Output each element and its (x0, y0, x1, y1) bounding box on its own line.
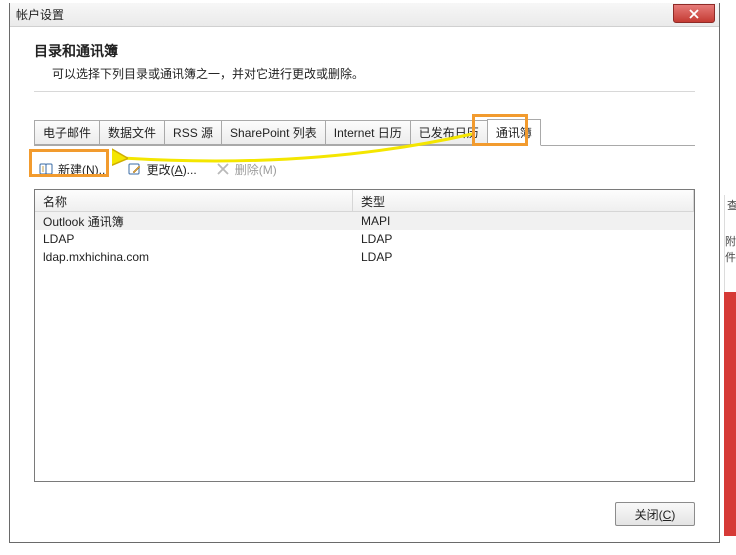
delete-button-label: 删除(M) (235, 161, 277, 178)
header-block: 目录和通讯簿 可以选择下列目录或通讯簿之一，并对它进行更改或删除。 (34, 41, 695, 82)
delete-button: 删除(M) (211, 158, 281, 180)
table-row[interactable]: ldap.mxhichina.com LDAP (35, 248, 694, 266)
close-icon (689, 9, 699, 19)
close-button-label: 关闭(C) (635, 506, 676, 523)
cell-name: ldap.mxhichina.com (35, 250, 353, 264)
tab-published-calendars[interactable]: 已发布日历 (410, 120, 488, 145)
column-header-type[interactable]: 类型 (353, 190, 694, 211)
window-close-button[interactable] (673, 4, 715, 23)
modify-button-label: 更改(A)... (147, 161, 197, 178)
title-bar-text: 帐户设置 (16, 6, 64, 23)
tab-label: 通讯簿 (496, 124, 532, 141)
context-red-strip (724, 292, 736, 536)
toolbar: 新建(N)... 更改(A)... 删除(M) (34, 156, 695, 182)
cell-name: Outlook 通讯簿 (35, 213, 353, 230)
tab-rss[interactable]: RSS 源 (164, 120, 222, 145)
tab-email[interactable]: 电子邮件 (34, 120, 100, 145)
edit-icon (127, 161, 143, 177)
new-button-label: 新建(N)... (58, 161, 109, 178)
tab-internet-calendars[interactable]: Internet 日历 (325, 120, 411, 145)
tab-label: 电子邮件 (43, 124, 91, 141)
list-view: 名称 类型 Outlook 通讯簿 MAPI LDAP LDAP ldap.mx… (34, 189, 695, 482)
tab-label: RSS 源 (173, 124, 213, 141)
table-row[interactable]: Outlook 通讯簿 MAPI (35, 212, 694, 230)
divider (34, 91, 695, 92)
new-button[interactable]: 新建(N)... (34, 158, 113, 180)
close-button[interactable]: 关闭(C) (615, 502, 695, 526)
book-icon (38, 161, 54, 177)
page-description: 可以选择下列目录或通讯簿之一，并对它进行更改或删除。 (52, 65, 695, 82)
cell-name: LDAP (35, 232, 353, 246)
tab-label: 已发布日历 (419, 124, 479, 141)
delete-icon (215, 161, 231, 177)
cell-type: LDAP (353, 250, 694, 264)
tab-sharepoint[interactable]: SharePoint 列表 (221, 120, 326, 145)
table-row[interactable]: LDAP LDAP (35, 230, 694, 248)
tab-address-books[interactable]: 通讯簿 (487, 119, 541, 146)
account-settings-dialog: 帐户设置 目录和通讯簿 可以选择下列目录或通讯簿之一，并对它进行更改或删除。 电… (9, 3, 720, 543)
cell-type: MAPI (353, 214, 694, 228)
tab-label: SharePoint 列表 (230, 124, 317, 141)
list-header: 名称 类型 (35, 190, 694, 212)
context-text-2: 附件 (725, 213, 736, 265)
column-header-name[interactable]: 名称 (35, 190, 353, 211)
list-body: Outlook 通讯簿 MAPI LDAP LDAP ldap.mxhichin… (35, 212, 694, 266)
tab-strip: 电子邮件 数据文件 RSS 源 SharePoint 列表 Internet 日… (34, 120, 695, 146)
tab-data-files[interactable]: 数据文件 (99, 120, 165, 145)
tab-label: Internet 日历 (334, 124, 402, 141)
context-text-1: 查 (725, 195, 736, 213)
modify-button[interactable]: 更改(A)... (123, 158, 201, 180)
tab-label: 数据文件 (108, 124, 156, 141)
cell-type: LDAP (353, 232, 694, 246)
title-bar: 帐户设置 (10, 3, 719, 27)
page-title: 目录和通讯簿 (34, 41, 695, 61)
